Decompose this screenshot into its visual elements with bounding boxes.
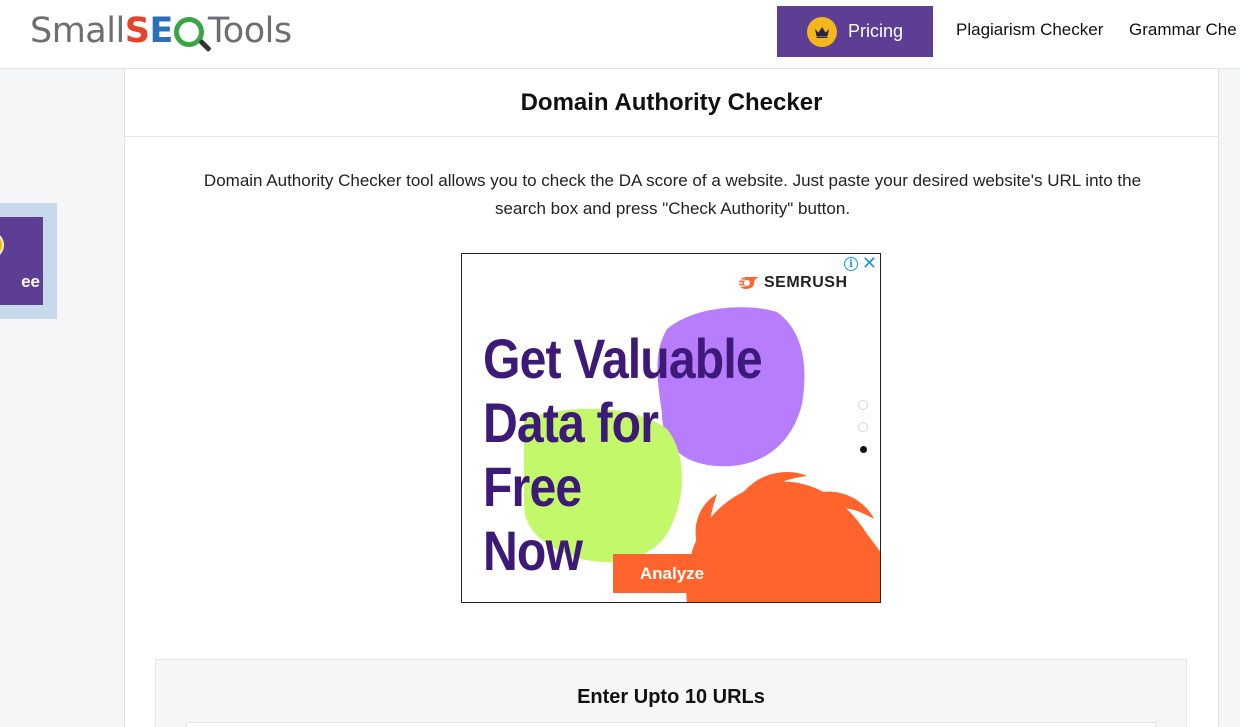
ad-carousel-dot[interactable]: [858, 400, 868, 410]
ad-analyze-button[interactable]: Analyze: [613, 554, 731, 593]
side-promo-banner[interactable]: ee: [0, 203, 57, 319]
ad-carousel-dot[interactable]: [858, 422, 868, 432]
url-textarea[interactable]: [186, 722, 1156, 727]
site-header: Small S E Tools Pricing Plagiarism Check…: [0, 0, 1240, 69]
ad-brand-name: SEMRUSH: [764, 274, 848, 291]
logo-text-tools: Tools: [207, 11, 292, 51]
nav-link-plagiarism-checker[interactable]: Plagiarism Checker: [956, 20, 1103, 40]
crown-icon: [807, 16, 837, 47]
pricing-label: Pricing: [848, 21, 904, 41]
ad-carousel-dot-active[interactable]: [860, 446, 867, 453]
nav-link-grammar-checker[interactable]: Grammar Che: [1129, 20, 1237, 40]
logo-text-small: Small: [30, 11, 125, 51]
main-content: Domain Authority Checker Domain Authorit…: [124, 69, 1219, 727]
logo-s: S: [124, 11, 150, 51]
ad-headline-line: Get Valuable: [483, 327, 763, 390]
ad-headline-line: Data for Free: [483, 391, 659, 518]
semrush-flame-icon: [738, 277, 759, 289]
title-bar: Domain Authority Checker: [125, 69, 1218, 137]
side-promo-label: ee: [21, 272, 40, 291]
ad-headline: Get Valuable Data for Free Now: [483, 327, 767, 583]
side-promo-button[interactable]: ee: [0, 217, 43, 305]
coin-icon: [0, 231, 4, 259]
ad-brand: SEMRUSH: [738, 274, 848, 292]
tool-description: Domain Authority Checker tool allows you…: [203, 171, 1142, 218]
logo-seo-mark: S E: [125, 11, 208, 51]
pricing-button[interactable]: Pricing: [777, 6, 933, 57]
url-panel-heading: Enter Upto 10 URLs: [577, 686, 765, 708]
ad-close-icon[interactable]: ✕: [862, 254, 877, 272]
url-input-panel: Enter Upto 10 URLs: [155, 659, 1187, 727]
ad-info-icon[interactable]: i: [844, 257, 858, 271]
page-title: Domain Authority Checker: [520, 88, 823, 116]
magnifier-icon: [173, 17, 204, 47]
site-logo[interactable]: Small S E Tools: [30, 8, 292, 54]
logo-e: E: [149, 11, 173, 51]
advertisement[interactable]: i ✕ SEMRUSH Get Valuable Data for Free N…: [461, 253, 881, 603]
